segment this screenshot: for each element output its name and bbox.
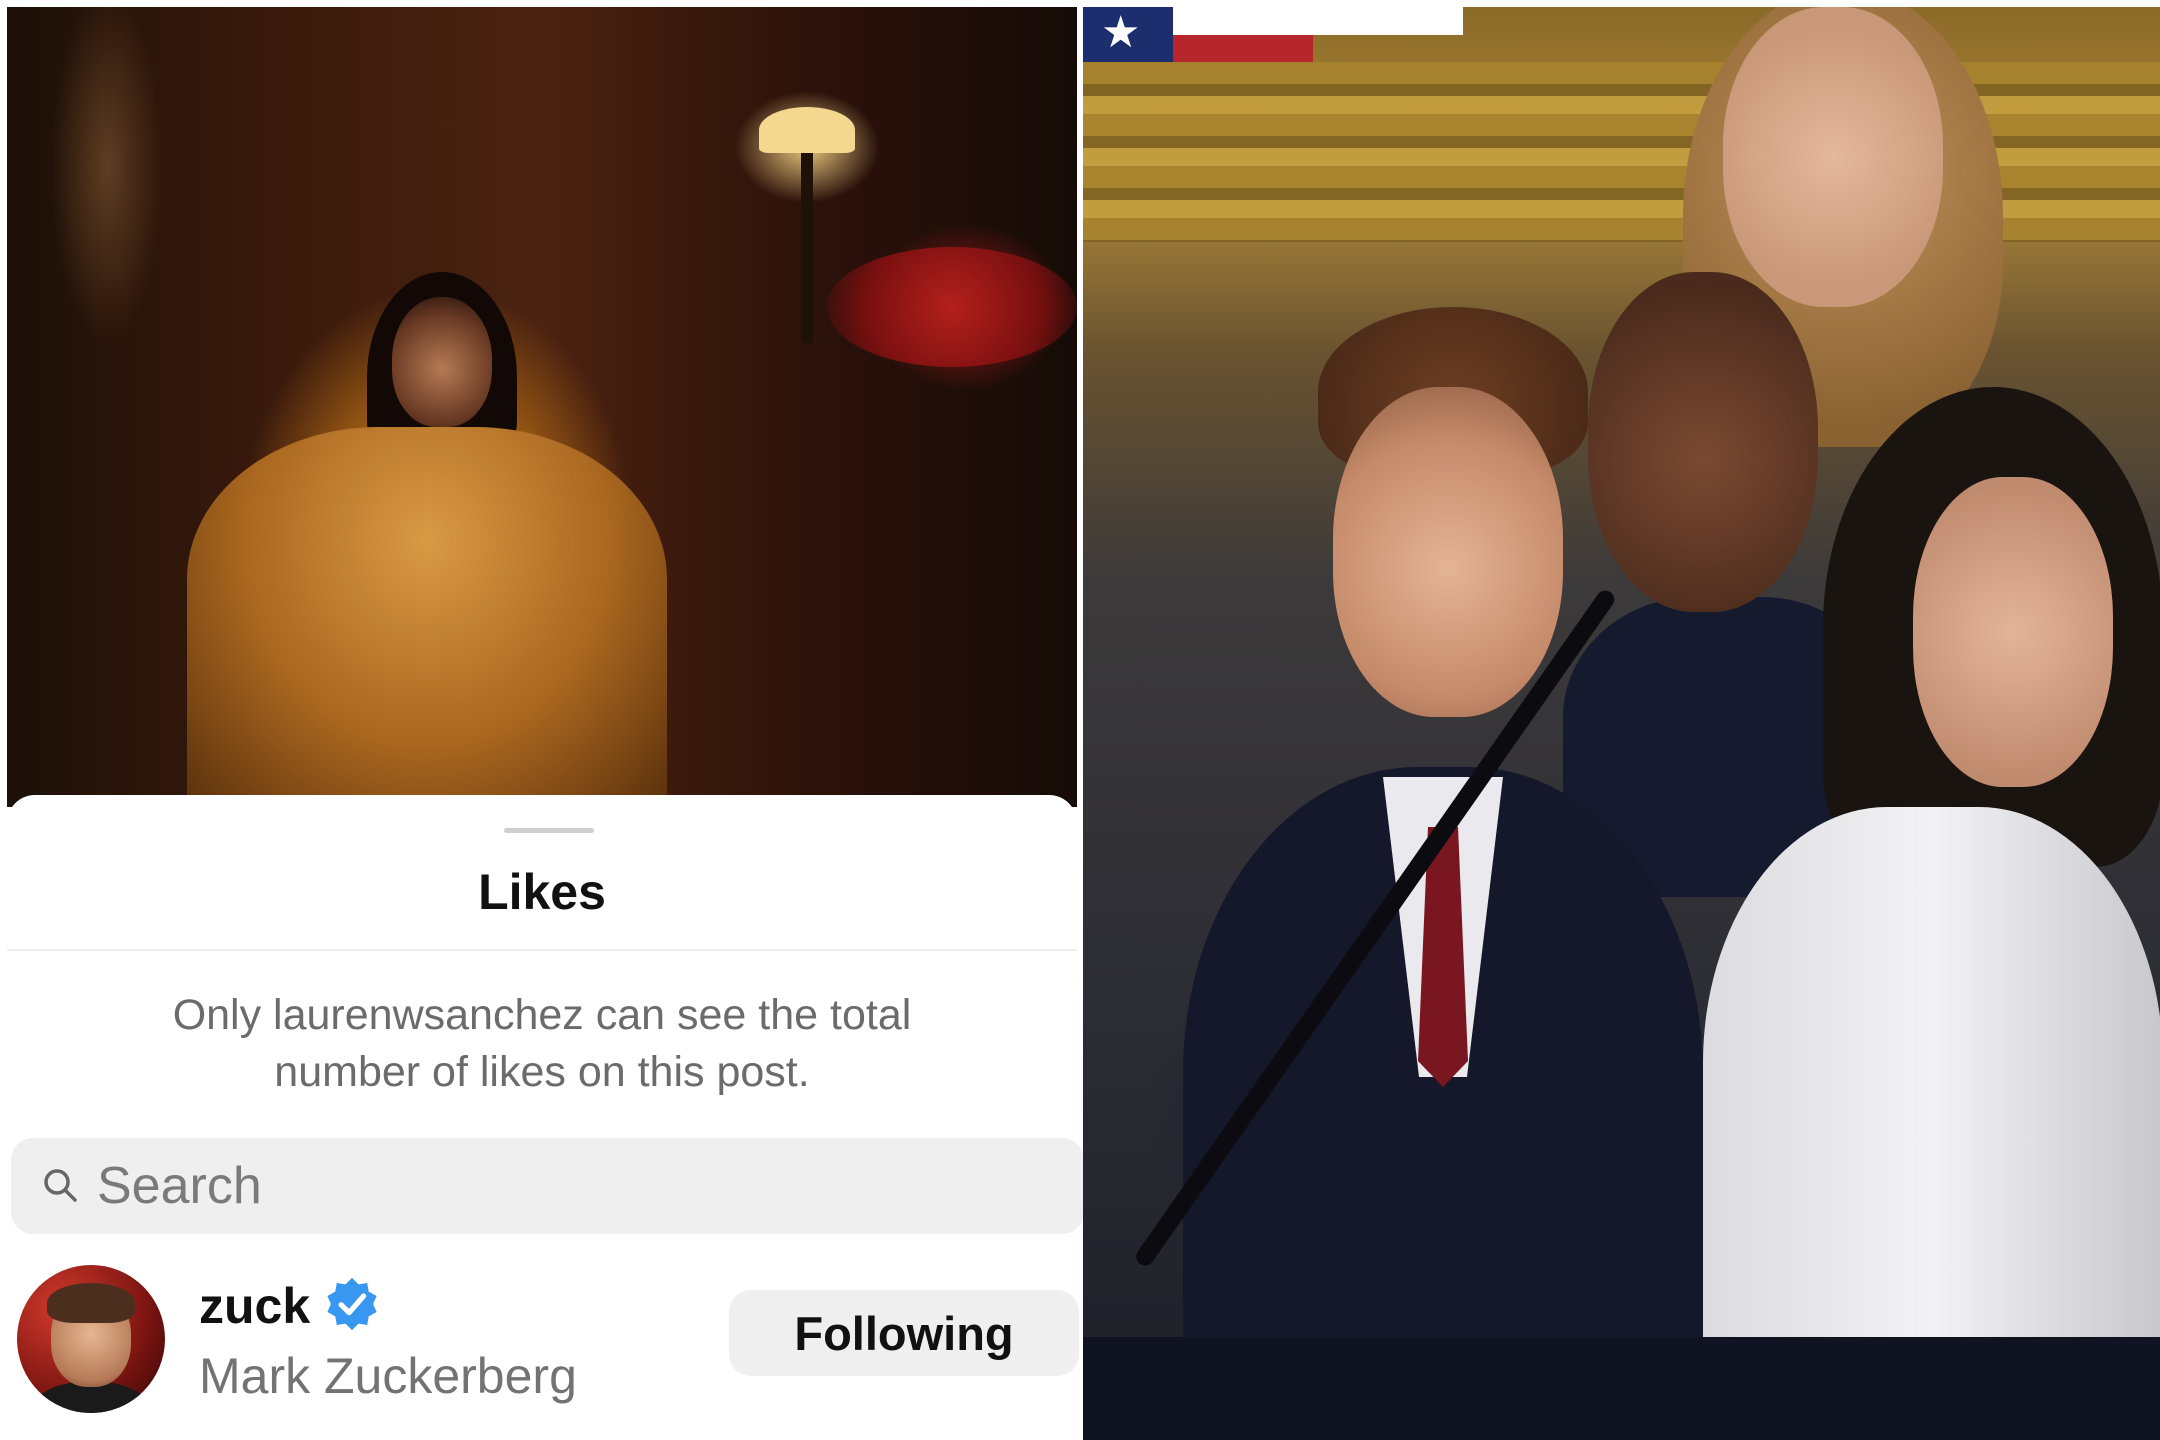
lamp-shade (759, 107, 855, 153)
search-input[interactable] (97, 1154, 997, 1218)
star-icon: ★ (1101, 8, 1141, 57)
left-man-face (1333, 387, 1563, 717)
flag-icon: ★ (1083, 7, 1173, 62)
background-woman-face (1723, 7, 1943, 307)
middle-man-head (1588, 272, 1818, 612)
verified-badge-icon (327, 1277, 377, 1331)
search-bar[interactable] (11, 1138, 1084, 1234)
red-flowers (827, 247, 1077, 367)
full-name: Mark Zuckerberg (199, 1348, 577, 1404)
following-button[interactable]: Following (729, 1290, 1079, 1376)
avatar[interactable] (17, 1265, 165, 1413)
lamp-pole (801, 153, 813, 343)
podium (1083, 1337, 2160, 1440)
sheet-drag-handle[interactable] (504, 828, 594, 833)
right-woman-face (1913, 477, 2113, 787)
likes-privacy-notice: Only laurenwsanchez can see the total nu… (172, 991, 912, 1096)
event-photo: ★ (1083, 7, 2160, 1440)
sheet-divider (7, 949, 1077, 951)
search-icon (44, 1169, 77, 1202)
figure-head (392, 297, 492, 427)
likes-sheet: Likes Only laurenwsanchez can see the to… (7, 795, 1084, 1440)
figure-gold-dress (187, 427, 667, 807)
list-item[interactable]: zuck Mark Zuckerberg Following (7, 1255, 1079, 1435)
post-photo (7, 7, 1077, 807)
username[interactable]: zuck (199, 1277, 310, 1335)
sheet-title: Likes (478, 864, 606, 920)
